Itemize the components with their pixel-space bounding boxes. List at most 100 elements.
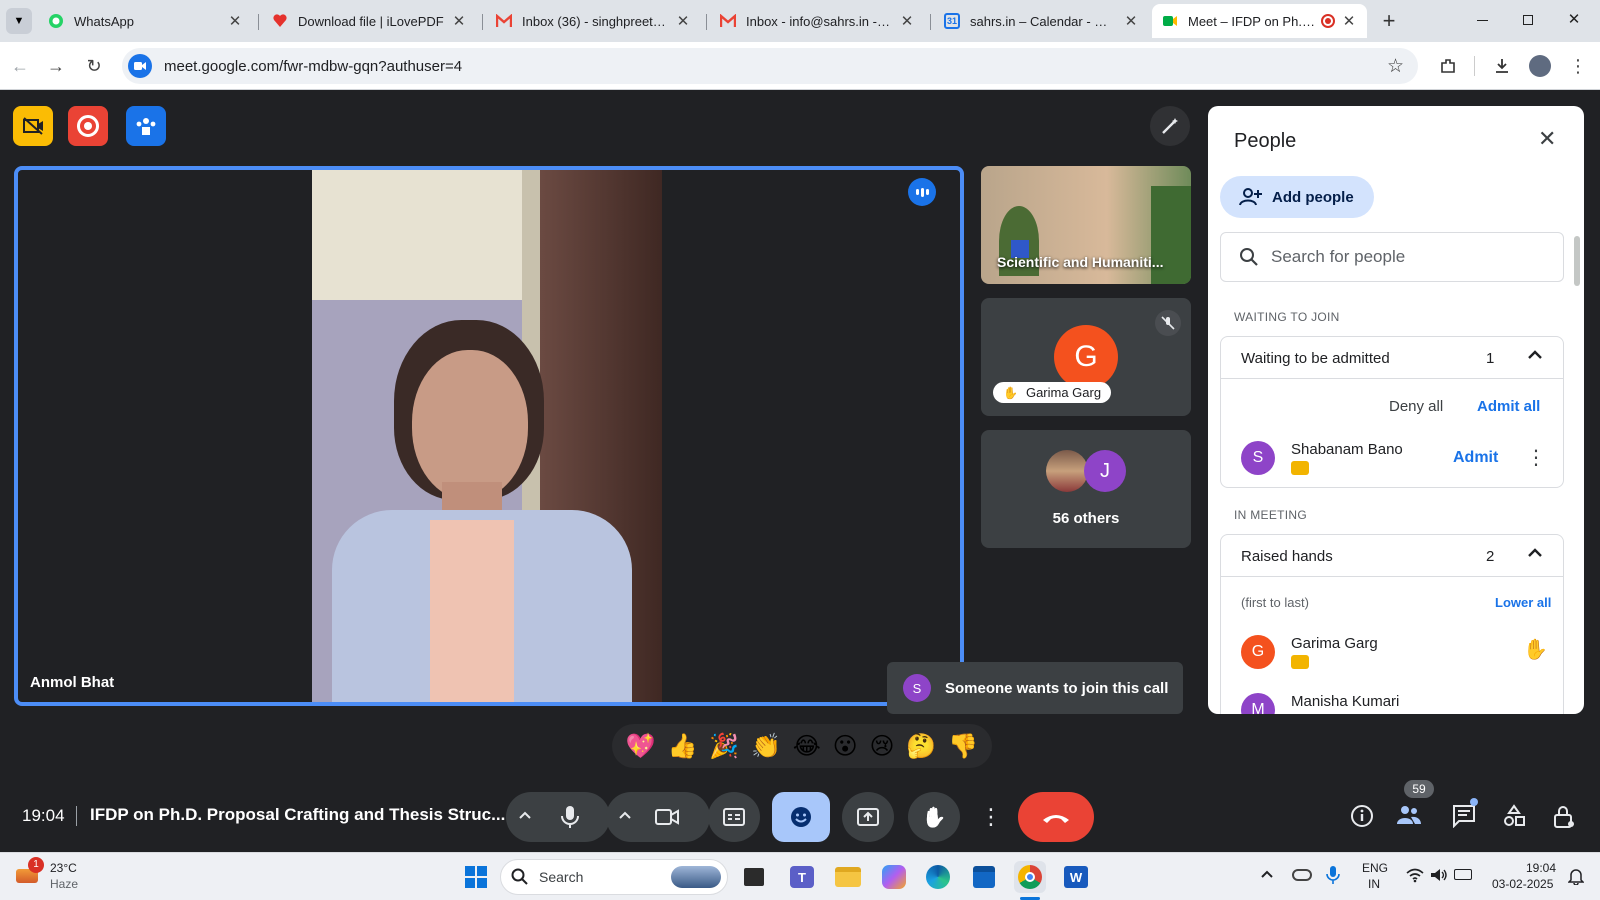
lower-all-button[interactable]: Lower all (1495, 595, 1551, 610)
taskbar-clock[interactable]: 19:04 (1526, 861, 1556, 875)
new-tab-button[interactable]: + (1376, 8, 1402, 34)
reaction-thumbs-up[interactable]: 👍 (668, 732, 698, 761)
admit-button[interactable]: Admit (1453, 449, 1498, 467)
raise-hand-button[interactable]: ✋ (908, 792, 960, 842)
chrome-taskbar-icon[interactable] (1014, 861, 1046, 893)
camera-icon[interactable] (654, 807, 680, 832)
main-video-tile[interactable]: Anmol Bhat (14, 166, 964, 706)
taskbar-date[interactable]: 03-02-2025 (1492, 877, 1553, 891)
close-tab-icon[interactable]: ✕ (227, 12, 243, 30)
no-video-notice-icon[interactable] (13, 106, 53, 146)
tab-title: WhatsApp (74, 13, 134, 29)
visual-effects-icon[interactable] (1150, 106, 1190, 146)
forward-icon[interactable]: → (42, 52, 70, 80)
close-panel-icon[interactable]: ✕ (1538, 126, 1556, 152)
video-options-chevron-icon[interactable] (618, 808, 632, 827)
onedrive-icon[interactable] (1292, 869, 1312, 881)
reactions-button[interactable] (772, 792, 830, 842)
reaction-crying[interactable]: 😢 (870, 732, 895, 761)
meeting-title: IFDP on Ph.D. Proposal Crafting and Thes… (90, 805, 506, 824)
mic-in-use-icon[interactable] (1326, 865, 1340, 890)
panel-scrollbar[interactable] (1574, 236, 1580, 286)
url-field[interactable]: meet.google.com/fwr-mdbw-gqn?authuser=4 … (122, 48, 1418, 84)
reaction-surprised[interactable]: 😮 (833, 732, 858, 761)
join-request-toast[interactable]: S Someone wants to join this call (887, 662, 1183, 714)
show-hidden-icons-chevron[interactable] (1260, 867, 1274, 886)
notification-bell-icon[interactable] (1567, 867, 1585, 890)
task-view-icon[interactable] (738, 861, 770, 893)
reaction-party-popper[interactable]: 🎉 (709, 732, 739, 761)
chat-icon[interactable] (1452, 798, 1478, 833)
store-icon[interactable] (968, 861, 1000, 893)
tab-ilovepdf[interactable]: Download file | iLovePDF ✕ (262, 4, 477, 38)
word-icon[interactable]: W (1060, 861, 1092, 893)
tab-gmail-inbox[interactable]: Inbox (36) - singhpreetam ✕ (486, 4, 701, 38)
collapse-chevron-icon[interactable] (1527, 347, 1543, 368)
raised-hand-icon[interactable]: ✋ (1523, 637, 1548, 662)
microphone-icon[interactable] (560, 805, 580, 834)
participant-tile-others[interactable]: J 56 others (981, 430, 1191, 548)
reaction-thinking[interactable]: 🤔 (906, 732, 936, 761)
meeting-details-icon[interactable] (1350, 804, 1374, 833)
profile-avatar[interactable] (1526, 52, 1554, 80)
audio-options-chevron-icon[interactable] (518, 808, 532, 827)
recording-icon[interactable] (68, 106, 108, 146)
reaction-clapping[interactable]: 👏 (751, 732, 781, 761)
waiting-header[interactable]: Waiting to be admitted 1 (1221, 337, 1563, 379)
participant-tile-garima[interactable]: G ✋ Garima Garg (981, 298, 1191, 416)
tab-whatsapp[interactable]: WhatsApp ✕ (38, 4, 253, 38)
extensions-icon[interactable] (1434, 52, 1462, 80)
teams-icon[interactable]: T (786, 861, 818, 893)
language-indicator[interactable]: ENG (1362, 861, 1388, 875)
wifi-icon[interactable] (1406, 867, 1424, 888)
back-icon[interactable]: ← (6, 52, 34, 80)
windows-start-icon[interactable] (460, 861, 492, 893)
close-tab-icon[interactable]: ✕ (451, 12, 467, 30)
edge-icon[interactable] (922, 861, 954, 893)
tab-calendar[interactable]: 31 sahrs.in – Calendar - Mond ✕ (934, 4, 1149, 38)
volume-icon[interactable] (1430, 867, 1448, 888)
captions-button[interactable] (708, 792, 760, 842)
raised-hand-row[interactable]: M Manisha Kumari (1221, 693, 1563, 714)
reload-icon[interactable]: ↻ (80, 52, 108, 80)
present-screen-button[interactable] (842, 792, 894, 842)
tab-gmail-info[interactable]: Inbox - info@sahrs.in - sah ✕ (710, 4, 925, 38)
browser-menu-icon[interactable]: ⋮ (1564, 52, 1592, 80)
minimize-icon[interactable] (1470, 10, 1494, 30)
weather-widget[interactable]: 1 23°C Haze (14, 857, 94, 897)
bookmark-star-icon[interactable]: ☆ (1387, 55, 1404, 78)
close-window-icon[interactable]: ✕ (1562, 10, 1586, 30)
close-tab-icon[interactable]: ✕ (675, 12, 691, 30)
add-people-button[interactable]: Add people (1220, 176, 1374, 218)
more-options-icon[interactable]: ⋮ (1526, 445, 1546, 470)
people-search-input[interactable]: Search for people (1220, 232, 1564, 282)
close-tab-icon[interactable]: ✕ (1341, 12, 1357, 30)
site-info-icon[interactable] (128, 54, 152, 78)
taskbar-search[interactable]: Search (500, 859, 728, 895)
host-controls-lock-icon[interactable] (1552, 804, 1576, 835)
mic-control-group (506, 792, 610, 842)
deny-all-button[interactable]: Deny all (1389, 398, 1443, 415)
close-tab-icon[interactable]: ✕ (899, 12, 915, 30)
leave-call-button[interactable] (1018, 792, 1094, 842)
admit-all-button[interactable]: Admit all (1477, 398, 1540, 415)
people-button[interactable]: 59 (1396, 780, 1434, 830)
file-explorer-icon[interactable] (832, 861, 864, 893)
activities-icon[interactable] (1502, 804, 1526, 833)
participant-tile-scientific[interactable]: Scientific and Humaniti... (981, 166, 1191, 284)
collapse-chevron-icon[interactable] (1527, 545, 1543, 566)
tab-search-button[interactable]: ▼ (6, 8, 32, 34)
restore-icon[interactable] (1516, 10, 1540, 30)
download-icon[interactable] (1488, 52, 1516, 80)
reaction-laughing[interactable]: 😂 (793, 732, 821, 761)
raised-hand-row[interactable]: G Garima Garg ✋ (1221, 629, 1563, 679)
close-tab-icon[interactable]: ✕ (1123, 12, 1139, 30)
tab-meet[interactable]: Meet – IFDP on Ph.D. P ✕ (1152, 4, 1367, 38)
host-controls-icon[interactable] (126, 106, 166, 146)
battery-icon[interactable] (1454, 869, 1472, 880)
reaction-sparkling-heart[interactable]: 💖 (626, 732, 656, 761)
more-options-button[interactable]: ⋮ (974, 792, 1008, 842)
reaction-thumbs-down[interactable]: 👎 (948, 732, 978, 761)
copilot-icon[interactable] (878, 861, 910, 893)
raised-hands-header[interactable]: Raised hands 2 (1221, 535, 1563, 577)
